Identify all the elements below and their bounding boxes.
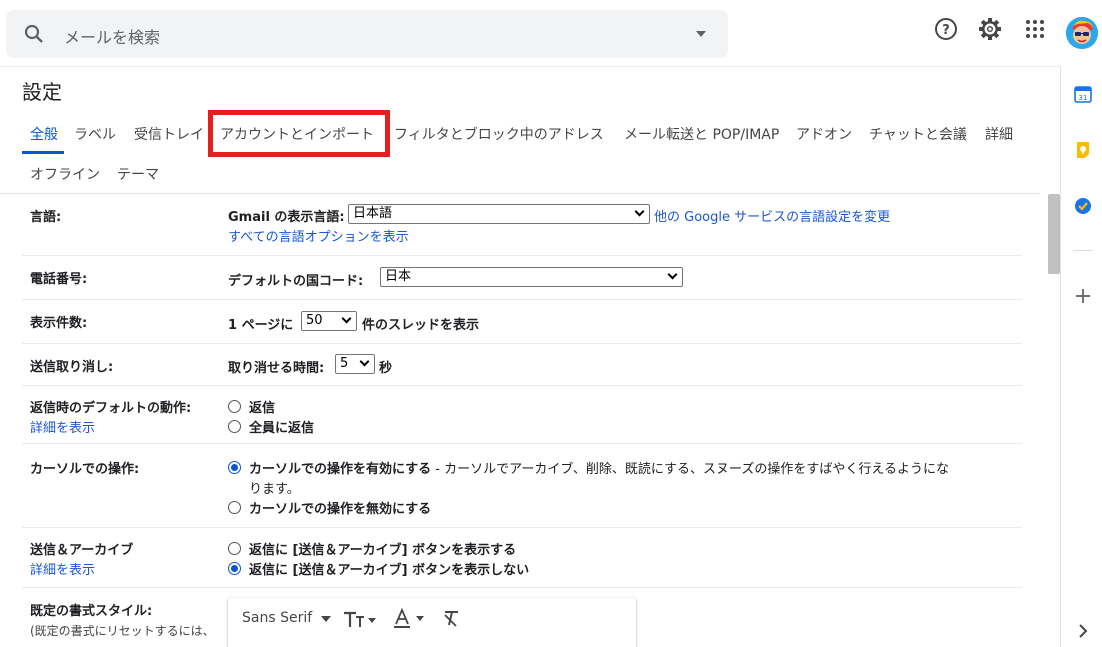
page-size-suffix: 件のスレッドを表示 xyxy=(362,318,480,333)
add-icon[interactable] xyxy=(1073,286,1093,306)
calendar-icon[interactable]: 31 xyxy=(1073,84,1093,104)
side-panel: 31 xyxy=(1060,66,1102,647)
search-options-chevron-icon[interactable] xyxy=(696,31,706,37)
reply-all-radio[interactable] xyxy=(228,420,241,433)
active-tab-indicator xyxy=(22,151,64,154)
country-code-select[interactable]: 日本 xyxy=(380,267,683,287)
svg-text:?: ? xyxy=(942,23,950,38)
cursor-enable-radio[interactable] xyxy=(228,461,241,474)
setting-row-send-archive: 送信＆アーカイブ 詳細を表示 xyxy=(22,528,1022,588)
cursor-enable-label: カーソルでの操作を有効にする - カーソルでアーカイブ、削除、既読にする、スヌー… xyxy=(249,462,950,477)
keep-icon[interactable] xyxy=(1073,140,1093,160)
highlight-box xyxy=(208,110,390,157)
search-input[interactable]: メールを検索 xyxy=(64,24,160,48)
tab-forwarding-pop-imap[interactable]: メール転送と POP/IMAP xyxy=(624,124,779,144)
setting-row-page-size: 表示件数: xyxy=(22,300,1022,344)
details-link[interactable]: 詳細を表示 xyxy=(30,559,95,578)
side-panel-divider xyxy=(1073,250,1093,251)
cursor-disable-radio[interactable] xyxy=(228,501,241,514)
tasks-icon[interactable] xyxy=(1073,196,1093,216)
row-label: 言語: xyxy=(30,210,62,225)
setting-row-cursor: カーソルでの操作: xyxy=(22,444,1022,528)
svg-text:31: 31 xyxy=(1079,94,1088,102)
default-style-note: (既定の書式にリセットするには、 xyxy=(30,624,215,638)
tab-inbox[interactable]: 受信トレイ xyxy=(134,124,204,144)
display-language-label: Gmail の表示言語: xyxy=(228,210,345,225)
chevron-down-icon xyxy=(359,356,370,367)
cursor-enable-desc-cont: ります。 xyxy=(249,482,300,497)
tab-labels[interactable]: ラベル xyxy=(74,124,116,144)
chevron-down-icon xyxy=(341,313,352,324)
reply-option-label: 返信 xyxy=(249,401,276,416)
all-language-options-link[interactable]: すべての言語オプションを表示 xyxy=(228,226,409,245)
chevron-right-icon[interactable] xyxy=(1073,621,1093,641)
tab-offline[interactable]: オフライン xyxy=(30,164,100,184)
row-label: 返信時のデフォルトの動作: xyxy=(30,401,192,416)
font-size-icon[interactable] xyxy=(342,610,378,628)
hide-send-archive-radio[interactable] xyxy=(228,562,241,575)
remove-formatting-icon[interactable] xyxy=(442,609,460,627)
scrollbar-thumb[interactable] xyxy=(1048,194,1060,274)
other-google-language-link[interactable]: 他の Google サービスの言語設定を変更 xyxy=(654,206,890,225)
search-icon[interactable] xyxy=(22,22,46,46)
show-send-archive-label: 返信に [送信＆アーカイブ] ボタンを表示する xyxy=(249,543,517,558)
page-title: 設定 xyxy=(22,80,62,104)
tab-addons[interactable]: アドオン xyxy=(796,124,852,144)
hide-send-archive-label: 返信に [送信＆アーカイブ] ボタンを表示しない xyxy=(249,563,530,578)
undo-send-suffix: 秒 xyxy=(379,361,393,376)
row-label: 表示件数: xyxy=(30,316,88,331)
tab-themes[interactable]: テーマ xyxy=(117,164,159,184)
cursor-disable-label: カーソルでの操作を無効にする xyxy=(249,502,432,517)
settings-gear-icon[interactable] xyxy=(978,17,1002,41)
show-send-archive-radio[interactable] xyxy=(228,542,241,555)
page-size-prefix: 1 ページに xyxy=(228,318,294,333)
search-bar[interactable]: メールを検索 xyxy=(6,10,728,58)
top-bar: メールを検索 ? xyxy=(0,0,1102,66)
display-language-select[interactable]: 日本語 xyxy=(348,204,650,224)
apps-grid-icon[interactable] xyxy=(1023,17,1047,41)
chevron-down-icon xyxy=(634,206,645,217)
account-avatar[interactable] xyxy=(1066,17,1098,49)
row-label: 送信取り消し: xyxy=(30,360,114,375)
tab-chat-meet[interactable]: チャットと会議 xyxy=(869,124,967,144)
font-family-select[interactable]: Sans Serif xyxy=(242,610,312,626)
chevron-down-icon[interactable] xyxy=(321,616,331,622)
setting-row-undo-send: 送信取り消し: xyxy=(22,344,1022,386)
undo-send-prefix: 取り消せる時間: xyxy=(228,361,325,376)
undo-send-select[interactable]: 5 xyxy=(335,354,375,374)
chevron-down-icon xyxy=(667,269,678,280)
tab-filters[interactable]: フィルタとブロック中のアドレス xyxy=(394,124,604,144)
row-label: 送信＆アーカイブ xyxy=(30,543,134,558)
row-label: 電話番号: xyxy=(30,272,88,287)
text-style-toolbar: Sans Serif xyxy=(228,598,636,647)
row-label: カーソルでの操作: xyxy=(30,462,140,477)
default-style-label: 既定の書式スタイル: xyxy=(30,604,153,619)
reply-radio[interactable] xyxy=(228,400,241,413)
help-icon[interactable]: ? xyxy=(934,17,958,41)
tab-advanced[interactable]: 詳細 xyxy=(985,124,1013,144)
title-divider xyxy=(0,66,1060,67)
setting-row-reply-default: 返信時のデフォルトの動作: 詳細を表示 xyxy=(22,386,1022,444)
tab-general[interactable]: 全般 xyxy=(30,124,58,144)
text-color-icon[interactable] xyxy=(392,608,428,630)
details-link[interactable]: 詳細を表示 xyxy=(30,417,95,436)
reply-all-option-label: 全員に返信 xyxy=(249,421,315,436)
country-code-label: デフォルトの国コード: xyxy=(228,274,364,289)
page-size-select[interactable]: 50 xyxy=(301,311,357,331)
